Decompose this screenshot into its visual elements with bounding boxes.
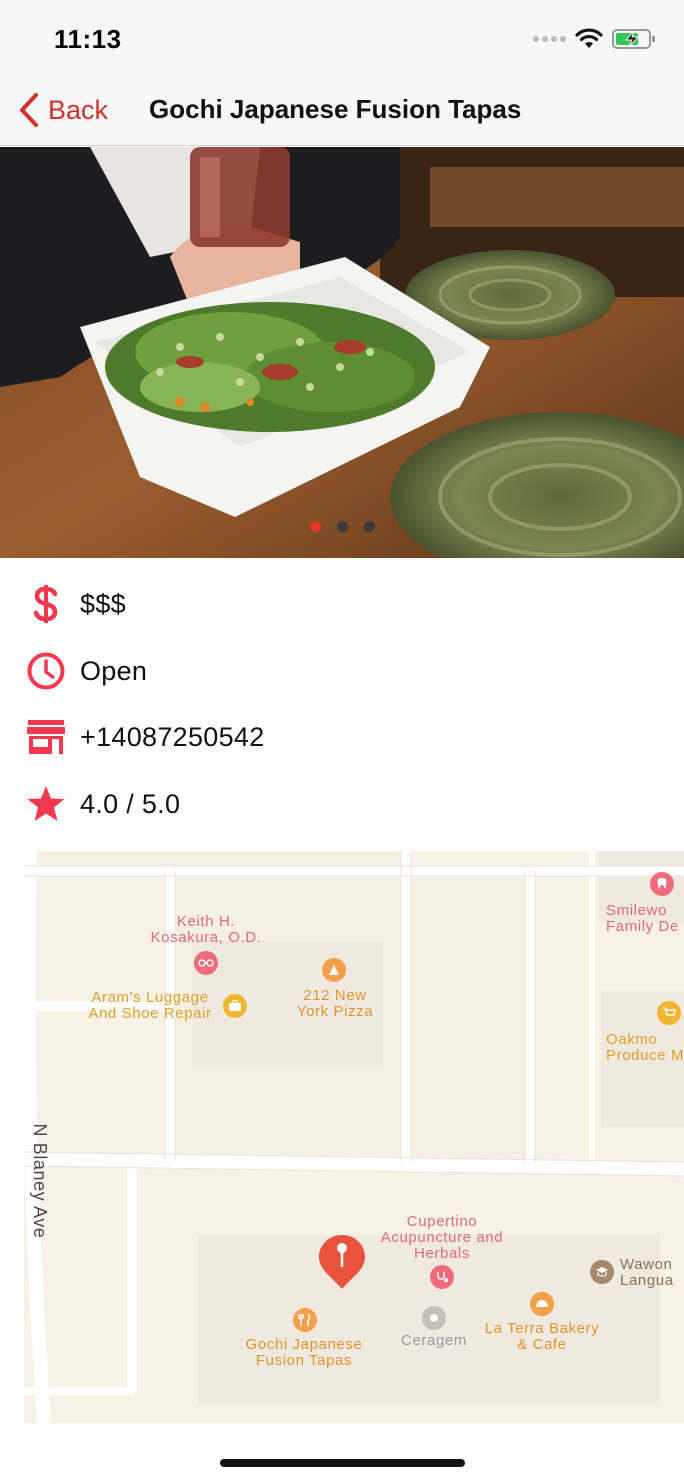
dollar-icon xyxy=(26,584,66,624)
page-title: Gochi Japanese Fusion Tapas xyxy=(149,94,522,124)
dentist-poi-icon[interactable] xyxy=(650,872,674,896)
poi-wawon-label[interactable]: Wawon Langua xyxy=(620,1257,684,1289)
back-label: Back xyxy=(48,94,109,125)
hours-row: Open xyxy=(0,641,684,701)
price-level: $$$ xyxy=(80,588,126,619)
status-time: 11:13 xyxy=(54,24,122,54)
generic-poi-icon[interactable] xyxy=(422,1306,446,1330)
grocery-poi-icon[interactable] xyxy=(657,1001,681,1025)
selected-location-marker-icon[interactable] xyxy=(318,1233,366,1291)
poi-laterra-label[interactable]: La Terra Bakery & Cafe xyxy=(482,1321,602,1353)
back-button[interactable]: Back xyxy=(18,90,108,130)
stethoscope-poi-icon[interactable] xyxy=(430,1265,454,1289)
restaurant-photo-carousel[interactable] xyxy=(0,147,684,558)
photo-page-indicator[interactable] xyxy=(0,521,684,532)
pizza-poi-icon[interactable] xyxy=(322,958,346,982)
restaurant-photo xyxy=(0,147,684,558)
poi-cupertino-label[interactable]: Cupertino Acupuncture and Herbals xyxy=(380,1214,504,1262)
wifi-icon xyxy=(575,28,603,48)
briefcase-poi-icon[interactable] xyxy=(223,994,247,1018)
poi-arams-label[interactable]: Aram's Luggage And Shoe Repair xyxy=(80,990,220,1022)
page-dot[interactable] xyxy=(336,521,348,532)
bakery-poi-icon[interactable] xyxy=(530,1292,554,1316)
page-dot-active[interactable] xyxy=(309,521,321,532)
poi-smile-label[interactable]: Smilewo Family De xyxy=(606,903,684,935)
poi-keith-label[interactable]: Keith H. Kosakura, O.D. xyxy=(146,914,266,946)
chevron-left-icon xyxy=(20,93,38,127)
clock-icon xyxy=(26,651,66,691)
home-indicator[interactable] xyxy=(220,1459,465,1467)
rating-value: 4.0 / 5.0 xyxy=(80,788,181,819)
rating-row: 4.0 / 5.0 xyxy=(0,774,684,834)
star-icon xyxy=(26,784,66,824)
price-row: $$$ xyxy=(0,574,684,634)
optometrist-poi-icon[interactable] xyxy=(194,951,218,975)
battery-charging-icon xyxy=(612,29,655,49)
status-icons xyxy=(533,28,656,50)
poi-pizza-label[interactable]: 212 New York Pizza xyxy=(290,988,380,1020)
poi-gochi-label[interactable]: Gochi Japanese Fusion Tapas xyxy=(234,1337,374,1369)
poi-ceragem-label[interactable]: Ceragem xyxy=(394,1333,474,1349)
school-poi-icon[interactable] xyxy=(590,1260,614,1284)
status-bar: 11:13 xyxy=(0,0,684,80)
location-map[interactable]: N Blaney Ave Keith H. Kosakura, O.D. Ara… xyxy=(24,851,684,1423)
phone-number[interactable]: +14087250542 xyxy=(80,722,265,753)
page-dot[interactable] xyxy=(363,521,375,532)
restaurant-poi-icon[interactable] xyxy=(293,1308,317,1332)
phone-row[interactable]: +14087250542 xyxy=(0,707,684,767)
cellular-signal-icon xyxy=(533,36,566,42)
storefront-icon xyxy=(26,717,66,757)
navigation-bar: Back Gochi Japanese Fusion Tapas xyxy=(0,80,684,146)
poi-oakmont-label[interactable]: Oakmo Produce M xyxy=(606,1032,684,1064)
street-label: N Blaney Ave xyxy=(30,1123,50,1239)
open-status: Open xyxy=(80,655,148,686)
